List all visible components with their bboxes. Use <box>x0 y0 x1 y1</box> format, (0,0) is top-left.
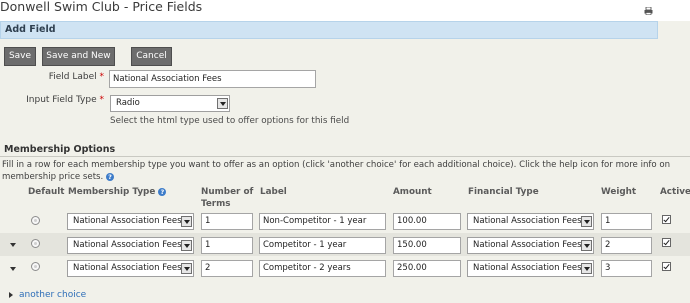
col-default: Default <box>28 187 65 197</box>
chevron-down-icon[interactable] <box>181 240 192 251</box>
required-mark: * <box>99 72 105 82</box>
help-icon[interactable]: ? <box>158 187 167 196</box>
active-checkbox[interactable] <box>662 238 671 247</box>
terms-input[interactable]: 1 <box>201 213 253 230</box>
expand-caret-icon[interactable] <box>10 243 16 247</box>
financial-type-value: National Association Fees <box>473 240 582 250</box>
col-label: Label <box>260 187 287 197</box>
financial-type-value: National Association Fees <box>473 216 582 226</box>
chevron-right-icon[interactable] <box>9 292 13 298</box>
amount-input[interactable]: 250.00 <box>393 260 461 277</box>
membership-type-select[interactable]: National Association Fees <box>67 213 194 230</box>
cancel-button[interactable]: Cancel <box>131 47 172 66</box>
amount-input[interactable]: 150.00 <box>393 237 461 254</box>
col-membership-type: Membership Type ? <box>68 186 167 198</box>
col-active: Active <box>660 187 690 197</box>
col-financial-type: Financial Type <box>468 187 539 197</box>
input-field-type-label: Input Field Type * <box>0 95 104 105</box>
chevron-down-icon[interactable] <box>181 216 192 227</box>
active-checkbox[interactable] <box>662 262 671 271</box>
membership-description-text: Fill in a row for each membership type y… <box>2 160 671 182</box>
terms-input[interactable]: 2 <box>201 260 253 277</box>
membership-type-value: National Association Fees <box>73 263 182 273</box>
default-radio[interactable] <box>31 216 40 225</box>
weight-input[interactable]: 1 <box>601 213 652 230</box>
financial-type-select[interactable]: National Association Fees <box>467 237 594 254</box>
col-terms-line2: Terms <box>201 199 231 209</box>
chevron-down-icon[interactable] <box>581 216 592 227</box>
financial-type-value: National Association Fees <box>473 263 582 273</box>
section-divider <box>0 156 690 157</box>
membership-type-select[interactable]: National Association Fees <box>67 237 194 254</box>
col-amount: Amount <box>393 187 432 197</box>
field-label-text: Field Label <box>48 72 97 82</box>
input-field-type-text: Input Field Type <box>26 95 97 105</box>
col-membership-type-label: Membership Type <box>68 187 156 197</box>
col-number-of-terms: Number of Terms <box>201 186 253 210</box>
input-field-type-value: Radio <box>116 98 140 108</box>
label-input[interactable]: Non-Competitor - 1 year <box>259 213 386 230</box>
active-checkbox[interactable] <box>662 215 671 224</box>
weight-input[interactable]: 2 <box>601 237 652 254</box>
chevron-down-icon[interactable] <box>581 240 592 251</box>
input-field-type-help: Select the html type used to offer optio… <box>110 116 350 126</box>
membership-options-description: Fill in a row for each membership type y… <box>2 159 690 183</box>
weight-input[interactable]: 3 <box>601 260 652 277</box>
help-icon[interactable]: ? <box>106 172 115 181</box>
expand-caret-icon[interactable] <box>10 267 16 271</box>
chevron-down-icon[interactable] <box>217 98 228 109</box>
field-label-label: Field Label * <box>0 72 104 82</box>
membership-options-title: Membership Options <box>4 144 116 155</box>
financial-type-select[interactable]: National Association Fees <box>467 213 594 230</box>
membership-type-value: National Association Fees <box>73 240 182 250</box>
label-input[interactable]: Competitor - 1 year <box>259 237 386 254</box>
label-input[interactable]: Competitor - 2 years <box>259 260 386 277</box>
membership-type-value: National Association Fees <box>73 216 182 226</box>
save-button[interactable]: Save <box>4 47 36 66</box>
default-radio[interactable] <box>31 239 40 248</box>
print-icon[interactable] <box>644 7 653 15</box>
page-title: Donwell Swim Club - Price Fields <box>0 0 203 14</box>
terms-input[interactable]: 1 <box>201 237 253 254</box>
financial-type-select[interactable]: National Association Fees <box>467 260 594 277</box>
membership-type-select[interactable]: National Association Fees <box>67 260 194 277</box>
chevron-down-icon[interactable] <box>181 263 192 274</box>
chevron-down-icon[interactable] <box>581 263 592 274</box>
save-and-new-button[interactable]: Save and New <box>42 47 115 66</box>
panel-header: Add Field <box>0 21 658 39</box>
input-field-type-select[interactable]: Radio <box>110 95 230 112</box>
field-label-input[interactable]: National Association Fees <box>109 70 316 88</box>
col-terms-line1: Number of <box>201 187 254 197</box>
required-mark: * <box>99 95 105 105</box>
col-weight: Weight <box>601 187 637 197</box>
another-choice-link[interactable]: another choice <box>19 290 86 300</box>
amount-input[interactable]: 100.00 <box>393 213 461 230</box>
default-radio[interactable] <box>31 262 40 271</box>
